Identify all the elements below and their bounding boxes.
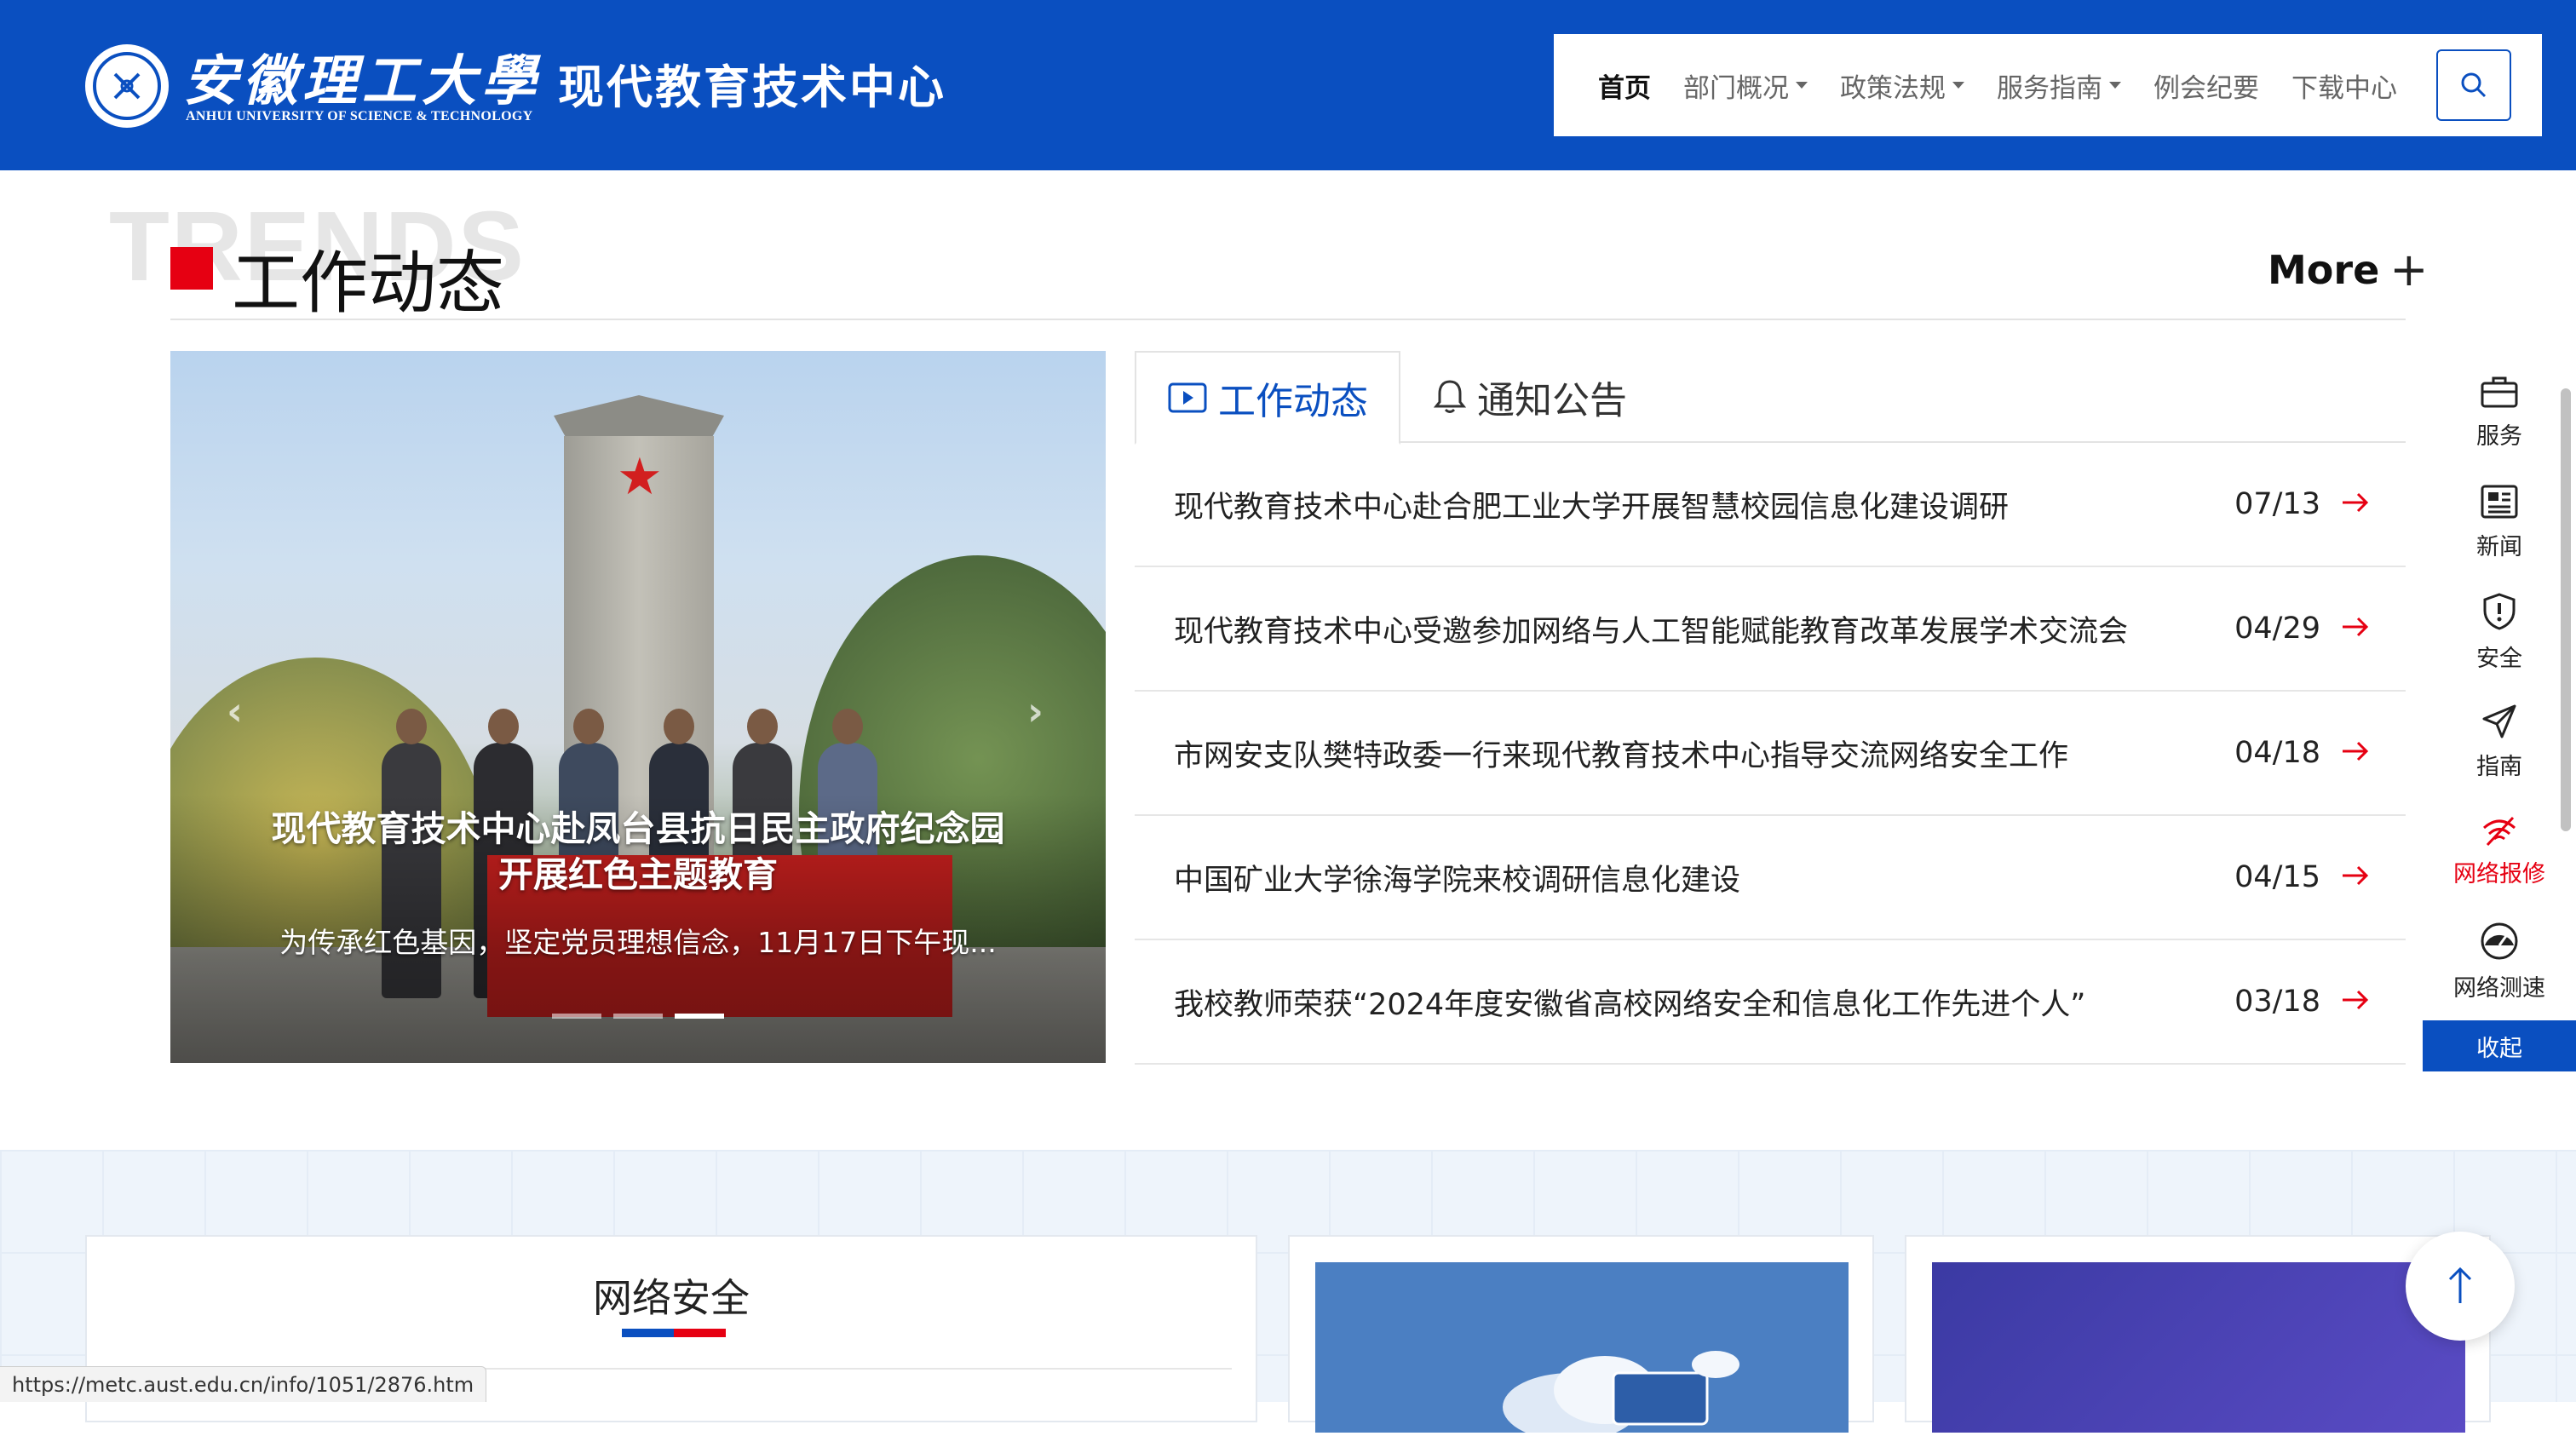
site-name[interactable]: 现代教育技术中心 bbox=[558, 49, 946, 117]
university-seal-logo[interactable] bbox=[85, 44, 169, 128]
card-title: 网络安全 bbox=[593, 1275, 750, 1321]
nav-label: 下载中心 bbox=[2291, 72, 2397, 104]
university-name-cn[interactable]: 安徽理工大學 bbox=[183, 37, 541, 116]
arrow-right-icon[interactable] bbox=[2341, 987, 2370, 1013]
quick-link-news[interactable]: 新闻 bbox=[2423, 468, 2576, 577]
arrow-up-icon bbox=[2448, 1267, 2472, 1303]
slider-dot-active[interactable] bbox=[675, 1014, 724, 1019]
briefcase-icon bbox=[2481, 376, 2518, 408]
cloud-illustration-image bbox=[1315, 1262, 1849, 1436]
nav-item-department[interactable]: 部门概况 bbox=[1683, 66, 1808, 105]
feature-card[interactable] bbox=[1905, 1235, 2491, 1433]
quick-link-label: 指南 bbox=[2476, 754, 2522, 780]
arrow-right-icon[interactable] bbox=[2341, 863, 2370, 888]
more-label: More bbox=[2268, 246, 2380, 293]
quick-link-label: 新闻 bbox=[2476, 534, 2522, 560]
news-title[interactable]: 市网安支队樊特政委一行来现代教育技术中心指导交流网络安全工作 bbox=[1174, 732, 2068, 775]
slide-summary: 为传承红色基因，坚定党员理想信念，11月17日下午现... bbox=[279, 926, 997, 959]
newspaper-icon bbox=[2481, 485, 2518, 519]
speedometer-icon bbox=[2481, 922, 2518, 960]
quick-link-label: 网络报修 bbox=[2453, 861, 2545, 887]
slider-dot[interactable] bbox=[613, 1014, 663, 1019]
list-item[interactable]: 中国矿业大学徐海学院来校调研信息化建设 04/15 bbox=[1135, 816, 2406, 940]
quick-links-bar: 服务 新闻 安全 指南 网络报修 网络测速 bbox=[2423, 358, 2576, 1017]
pickaxe-emblem-icon bbox=[113, 72, 141, 100]
caret-down-icon bbox=[1796, 82, 1808, 89]
wifi-off-icon bbox=[2483, 816, 2516, 847]
news-date: 04/15 bbox=[2234, 860, 2320, 894]
nav-item-downloads[interactable]: 下载中心 bbox=[2291, 66, 2397, 105]
list-item[interactable]: 市网安支队樊特政委一行来现代教育技术中心指导交流网络安全工作 04/18 bbox=[1135, 692, 2406, 816]
cloud-icon bbox=[1503, 1351, 1739, 1436]
news-slider[interactable]: ★ 现代教育技术中心赴凤台县抗日民主政府纪念园开展红色主题教育 为传承红色基因，… bbox=[170, 351, 1106, 1063]
main-nav: 首页 部门概况 政策法规 服务指南 例会纪要 下载中心 bbox=[1554, 34, 2542, 136]
nav-item-service-guide[interactable]: 服务指南 bbox=[1997, 66, 2121, 105]
nav-item-home[interactable]: 首页 bbox=[1598, 66, 1651, 105]
quick-link-guide[interactable]: 指南 bbox=[2423, 687, 2576, 797]
quick-link-service[interactable]: 服务 bbox=[2423, 358, 2576, 468]
search-icon bbox=[2461, 72, 2487, 98]
arrow-right-icon[interactable] bbox=[2341, 490, 2370, 515]
quick-link-label: 网络测速 bbox=[2453, 975, 2545, 1002]
quick-link-label: 服务 bbox=[2476, 423, 2522, 450]
plus-icon: + bbox=[2389, 243, 2429, 296]
more-link[interactable]: More + bbox=[2268, 243, 2429, 296]
feature-card[interactable] bbox=[1288, 1235, 1874, 1436]
red-star-icon: ★ bbox=[617, 447, 663, 507]
send-icon bbox=[2482, 704, 2516, 738]
nav-item-meeting-minutes[interactable]: 例会纪要 bbox=[2153, 66, 2259, 105]
site-header: 安徽理工大學 ANHUI UNIVERSITY OF SCIENCE & TEC… bbox=[0, 0, 2576, 170]
title-marker bbox=[170, 247, 213, 290]
list-item[interactable]: 现代教育技术中心赴合肥工业大学开展智慧校园信息化建设调研 07/13 bbox=[1135, 443, 2406, 567]
news-tabs: 工作动态 通知公告 bbox=[1135, 351, 2406, 445]
tech-illustration-image bbox=[1932, 1262, 2465, 1433]
arrow-right-icon[interactable] bbox=[2341, 738, 2370, 764]
news-date: 07/13 bbox=[2234, 487, 2320, 521]
search-button[interactable] bbox=[2436, 49, 2511, 121]
news-title[interactable]: 我校教师荣获“2024年度安徽省高校网络安全和信息化工作先进个人” bbox=[1174, 980, 2085, 1024]
collapse-button[interactable]: 收起 bbox=[2423, 1020, 2576, 1071]
quick-link-security[interactable]: 安全 bbox=[2423, 577, 2576, 687]
quick-link-label: 安全 bbox=[2476, 646, 2522, 672]
nav-label: 服务指南 bbox=[1997, 72, 2102, 104]
card-title-underline bbox=[622, 1329, 726, 1337]
bell-icon bbox=[1433, 380, 1467, 413]
play-icon bbox=[1168, 382, 1207, 413]
tab-label: 通知公告 bbox=[1477, 379, 1627, 422]
news-date: 04/29 bbox=[2234, 612, 2320, 646]
back-to-top-button[interactable] bbox=[2406, 1232, 2515, 1341]
nav-label: 政策法规 bbox=[1840, 72, 1946, 104]
slider-dots bbox=[552, 1014, 736, 1019]
news-date: 04/18 bbox=[2234, 736, 2320, 770]
arrow-right-icon[interactable] bbox=[2341, 614, 2370, 640]
tab-label: 工作动态 bbox=[1218, 380, 1368, 423]
caret-down-icon bbox=[1952, 82, 1964, 89]
status-bar-url: https://metc.aust.edu.cn/info/1051/2876.… bbox=[0, 1366, 487, 1402]
chevron-right-icon[interactable]: › bbox=[1027, 688, 1044, 734]
slide-caption[interactable]: 现代教育技术中心赴凤台县抗日民主政府纪念园开展红色主题教育 bbox=[256, 806, 1021, 898]
shield-icon bbox=[2483, 593, 2516, 630]
list-item[interactable]: 我校教师荣获“2024年度安徽省高校网络安全和信息化工作先进个人” 03/18 bbox=[1135, 940, 2406, 1065]
divider bbox=[170, 319, 2406, 320]
nav-label: 部门概况 bbox=[1683, 72, 1789, 104]
list-item[interactable]: 现代教育技术中心受邀参加网络与人工智能赋能教育改革发展学术交流会 04/29 bbox=[1135, 567, 2406, 692]
nav-label: 例会纪要 bbox=[2153, 72, 2259, 104]
quick-link-speed-test[interactable]: 网络测速 bbox=[2423, 907, 2576, 1017]
university-name-en: ANHUI UNIVERSITY OF SCIENCE & TECHNOLOGY bbox=[186, 109, 533, 123]
quick-link-network-repair[interactable]: 网络报修 bbox=[2423, 797, 2576, 907]
news-date: 03/18 bbox=[2234, 985, 2320, 1019]
nav-label: 首页 bbox=[1598, 72, 1651, 104]
tab-notices[interactable]: 通知公告 bbox=[1433, 351, 1627, 443]
news-title[interactable]: 中国矿业大学徐海学院来校调研信息化建设 bbox=[1174, 856, 1740, 899]
news-title[interactable]: 现代教育技术中心受邀参加网络与人工智能赋能教育改革发展学术交流会 bbox=[1174, 607, 2128, 651]
slider-dot[interactable] bbox=[552, 1014, 601, 1019]
caret-down-icon bbox=[2109, 82, 2121, 89]
news-list: 现代教育技术中心赴合肥工业大学开展智慧校园信息化建设调研 07/13 现代教育技… bbox=[1135, 443, 2406, 1065]
page-scrollbar[interactable] bbox=[2561, 388, 2571, 831]
nav-item-policy[interactable]: 政策法规 bbox=[1840, 66, 1964, 105]
tab-work-news[interactable]: 工作动态 bbox=[1135, 351, 1400, 445]
chevron-left-icon[interactable]: ‹ bbox=[227, 688, 243, 734]
section-title: 工作动态 bbox=[232, 244, 504, 323]
news-title[interactable]: 现代教育技术中心赴合肥工业大学开展智慧校园信息化建设调研 bbox=[1174, 483, 2009, 526]
